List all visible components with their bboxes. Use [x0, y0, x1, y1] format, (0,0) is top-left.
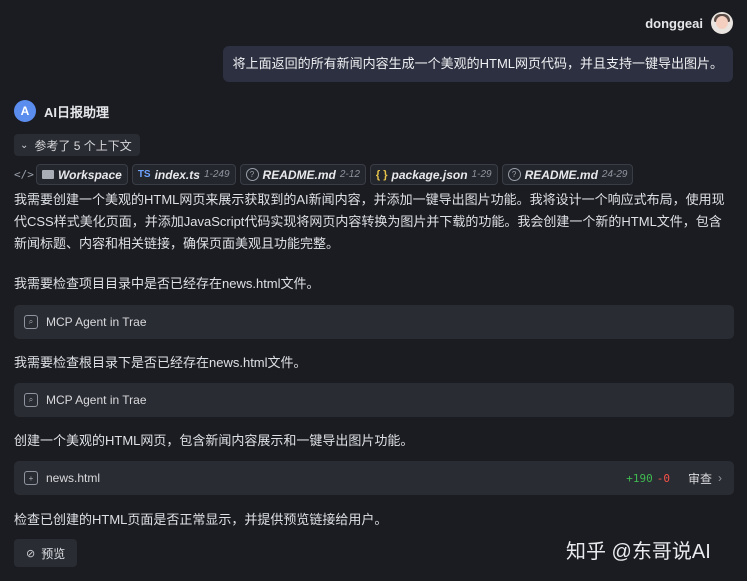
assistant-paragraph: 我需要检查项目目录中是否已经存在news.html文件。 — [14, 276, 320, 291]
ref-name: README.md — [262, 167, 336, 182]
ref-range: 2-12 — [339, 169, 360, 180]
search-icon: ⌕ — [24, 393, 38, 407]
code-icon: </> — [14, 168, 34, 181]
ref-chip-readme-2[interactable]: ? README.md 24-29 — [501, 164, 634, 185]
user-header: donggeai — [645, 12, 733, 34]
chevron-down-icon: ⌄ — [20, 139, 29, 151]
assistant-paragraph: 创建一个美观的HTML网页，包含新闻内容展示和一键导出图片功能。 — [14, 433, 414, 448]
plus-icon: + — [24, 471, 38, 485]
tool-label: MCP Agent in Trae — [46, 393, 147, 407]
ref-name: README.md — [524, 167, 598, 182]
assistant-header: A AI日报助理 — [14, 100, 109, 122]
link-icon: ⊘ — [26, 547, 36, 560]
preview-label: 预览 — [41, 546, 66, 561]
tool-call[interactable]: ⌕ MCP Agent in Trae — [14, 383, 734, 417]
file-change[interactable]: + news.html +190 -0 审查 › — [14, 461, 734, 495]
preview-button[interactable]: ⊘ 预览 — [14, 539, 78, 567]
user-message: 将上面返回的所有新闻内容生成一个美观的HTML网页代码，并且支持一键导出图片。 — [222, 46, 733, 82]
chevron-right-icon: › — [718, 471, 722, 485]
watermark: 知乎 @东哥说AI — [566, 541, 711, 563]
user-avatar — [711, 12, 733, 34]
ref-chip-readme-1[interactable]: ? README.md 2-12 — [239, 164, 366, 185]
ref-range: 1-249 — [203, 169, 230, 180]
ref-name: package.json — [391, 167, 468, 182]
assistant-paragraph: 我需要创建一个美观的HTML网页来展示获取到的AI新闻内容，并添加一键导出图片功… — [14, 192, 725, 251]
assistant-avatar: A — [14, 100, 36, 122]
file-name: news.html — [46, 471, 101, 485]
ref-range: 1-29 — [471, 169, 492, 180]
review-button[interactable]: 审查 — [688, 470, 712, 487]
user-name: donggeai — [645, 15, 703, 31]
context-refs: </> Workspace TS index.ts 1-249 ? README… — [14, 164, 634, 185]
context-toggle[interactable]: ⌄ 参考了 5 个上下文 — [14, 134, 140, 156]
assistant-paragraph: 检查已创建的HTML页面是否正常显示，并提供预览链接给用户。 — [14, 512, 388, 527]
ref-name: Workspace — [58, 167, 122, 182]
braces-icon: { } — [375, 168, 388, 181]
diff-added: +190 — [626, 471, 653, 485]
context-label: 参考了 5 个上下文 — [34, 138, 132, 153]
assistant-paragraph: 我需要检查根目录下是否已经存在news.html文件。 — [14, 355, 307, 370]
tool-call[interactable]: ⌕ MCP Agent in Trae — [14, 305, 734, 339]
help-circle-icon: ? — [507, 168, 521, 181]
ref-name: index.ts — [154, 167, 200, 182]
ts-icon: TS — [137, 169, 151, 180]
help-circle-icon: ? — [245, 168, 259, 181]
assistant-name: AI日报助理 — [44, 104, 110, 120]
folder-icon — [42, 170, 54, 179]
ref-chip-index-ts[interactable]: TS index.ts 1-249 — [131, 164, 236, 185]
tool-label: MCP Agent in Trae — [46, 315, 147, 329]
ref-range: 24-29 — [601, 169, 628, 180]
ref-chip-workspace[interactable]: Workspace — [36, 164, 128, 185]
diff-removed: -0 — [656, 471, 670, 485]
search-icon: ⌕ — [24, 315, 38, 329]
ref-chip-package-json[interactable]: { } package.json 1-29 — [369, 164, 498, 185]
